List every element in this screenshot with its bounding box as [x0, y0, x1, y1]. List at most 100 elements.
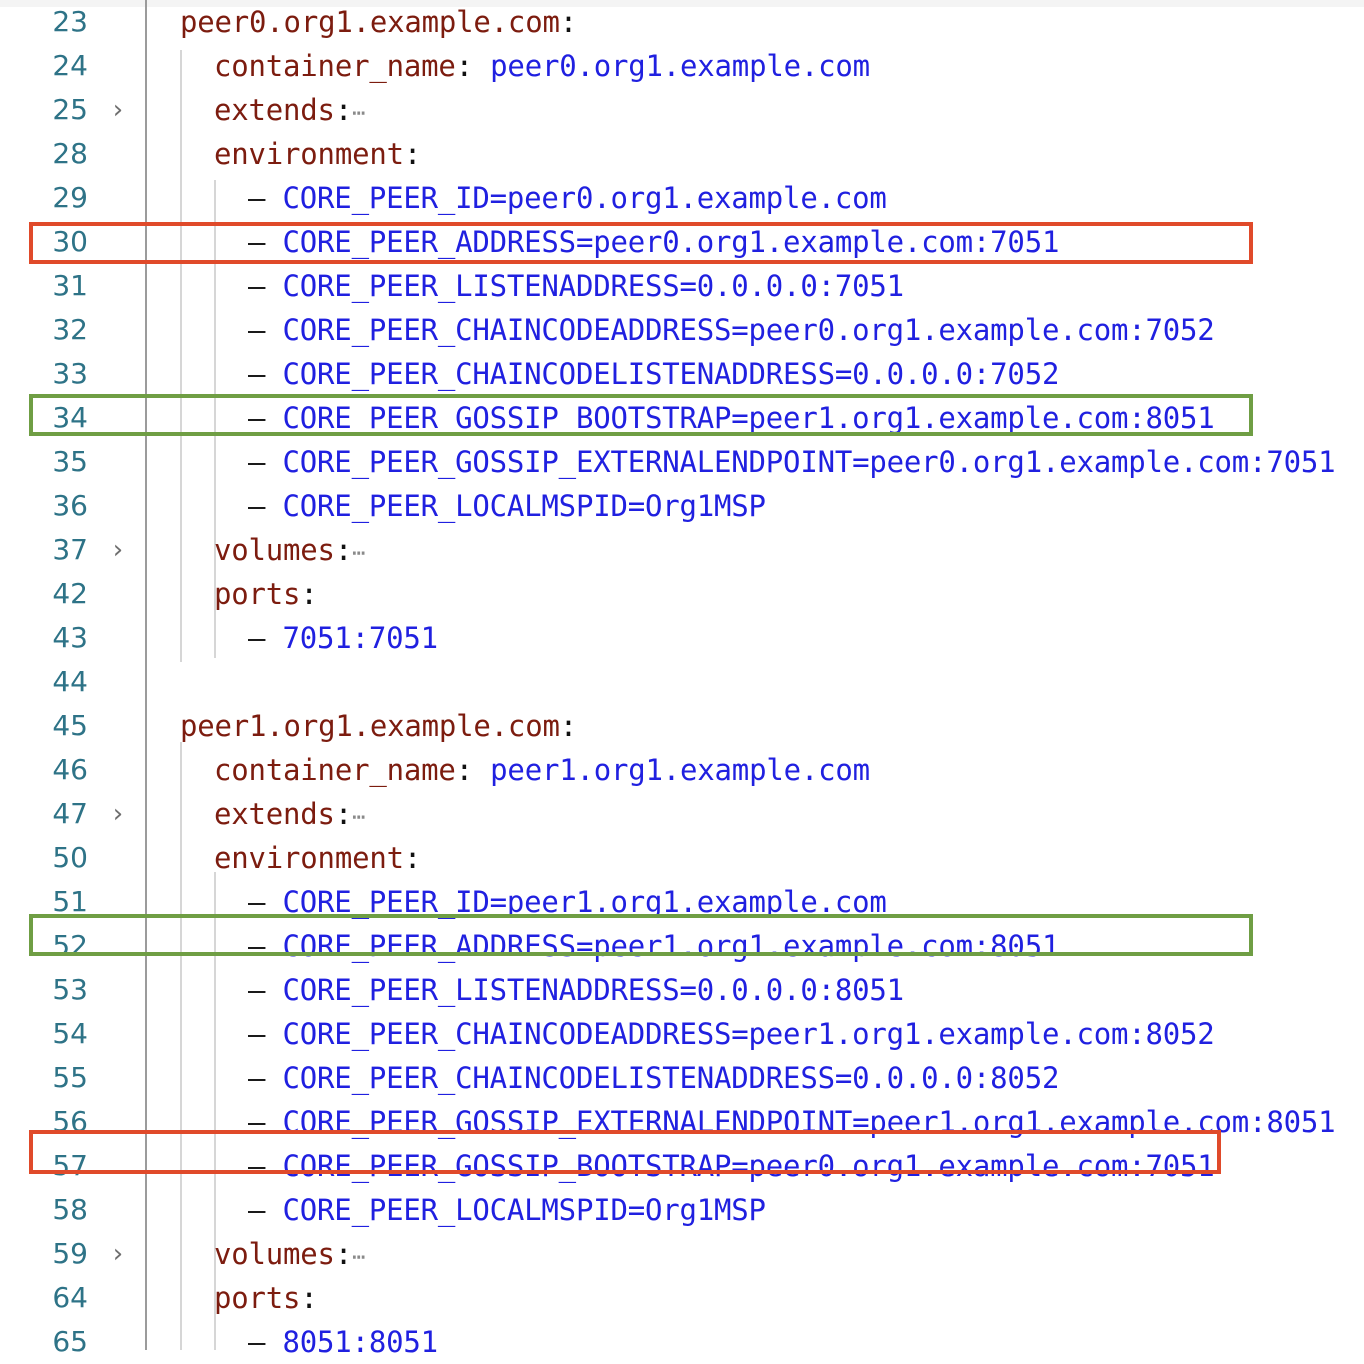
line-number: 44 — [52, 665, 88, 698]
token-punct: : — [334, 1237, 353, 1271]
chevron-right-icon[interactable]: › — [104, 1232, 132, 1276]
token-string: CORE_PEER_CHAINCODEADDRESS=peer0.org1.ex… — [282, 313, 1215, 347]
token-key: extends — [214, 93, 335, 127]
token-string: 7051:7051 — [282, 621, 439, 655]
code-line-50[interactable]: 50 environment: — [0, 836, 1364, 880]
code-line-55[interactable]: 55 – CORE_PEER_CHAINCODELISTENADDRESS=0.0… — [0, 1056, 1364, 1100]
token-dash: – — [248, 1105, 283, 1139]
code-line-32[interactable]: 32 – CORE_PEER_CHAINCODEADDRESS=peer0.org… — [0, 308, 1364, 352]
line-number: 47 — [52, 797, 88, 830]
token-dash: – — [248, 885, 283, 919]
code-line-42[interactable]: 42 ports: — [0, 572, 1364, 616]
token-string: CORE_PEER_LISTENADDRESS=0.0.0.0:7051 — [282, 269, 905, 303]
code-line-30[interactable]: 30 – CORE_PEER_ADDRESS=peer0.org1.example… — [0, 220, 1364, 264]
token-dash: – — [248, 225, 283, 259]
line-number: 59 — [52, 1237, 88, 1270]
token-string: 8051:8051 — [282, 1325, 439, 1359]
line-number: 25 — [52, 93, 88, 126]
code-line-59[interactable]: 59 › volumes:⋯ — [0, 1232, 1364, 1276]
code-line-58[interactable]: 58 – CORE_PEER_LOCALMSPID=Org1MSP — [0, 1188, 1364, 1232]
line-number: 33 — [52, 357, 88, 390]
line-number: 30 — [52, 225, 88, 258]
line-number: 55 — [52, 1061, 88, 1094]
token-folddots[interactable]: ⋯ — [352, 101, 367, 126]
token-string: peer0.org1.example.com — [490, 49, 870, 83]
code-text: ports: — [180, 572, 318, 616]
code-line-45[interactable]: 45 peer1.org1.example.com: — [0, 704, 1364, 748]
code-line-33[interactable]: 33 – CORE_PEER_CHAINCODELISTENADDRESS=0.0… — [0, 352, 1364, 396]
token-dash: – — [248, 269, 283, 303]
code-line-31[interactable]: 31 – CORE_PEER_LISTENADDRESS=0.0.0.0:7051 — [0, 264, 1364, 308]
code-line-64[interactable]: 64 ports: — [0, 1276, 1364, 1320]
chevron-right-icon[interactable]: › — [104, 792, 132, 836]
code-line-37[interactable]: 37 › volumes:⋯ — [0, 528, 1364, 572]
token-string: CORE_PEER_ADDRESS=peer1.org1.example.com… — [282, 929, 1060, 963]
code-line-23[interactable]: 23 peer0.org1.example.com: — [0, 0, 1364, 44]
token-dash: – — [248, 181, 283, 215]
code-text: peer0.org1.example.com: — [180, 0, 577, 44]
token-dash: – — [248, 1325, 283, 1359]
token-dash: – — [248, 1017, 283, 1051]
code-text: – CORE_PEER_GOSSIP_EXTERNALENDPOINT=peer… — [180, 1100, 1336, 1144]
token-folddots[interactable]: ⋯ — [352, 805, 367, 830]
line-number: 23 — [52, 5, 88, 38]
token-dash: – — [248, 313, 283, 347]
token-dash: – — [248, 489, 283, 523]
code-text: – CORE_PEER_CHAINCODELISTENADDRESS=0.0.0… — [180, 1056, 1059, 1100]
code-text: ports: — [180, 1276, 318, 1320]
line-number: 42 — [52, 577, 88, 610]
token-key: container_name — [214, 49, 456, 83]
token-string: CORE_PEER_GOSSIP_BOOTSTRAP=peer0.org1.ex… — [282, 1149, 1215, 1183]
code-line-28[interactable]: 28 environment: — [0, 132, 1364, 176]
line-number: 35 — [52, 445, 88, 478]
chevron-right-icon[interactable]: › — [104, 88, 132, 132]
line-number: 45 — [52, 709, 88, 742]
code-line-35[interactable]: 35 – CORE_PEER_GOSSIP_EXTERNALENDPOINT=pe… — [0, 440, 1364, 484]
line-number: 58 — [52, 1193, 88, 1226]
token-key: volumes — [214, 533, 335, 567]
line-number: 36 — [52, 489, 88, 522]
code-line-36[interactable]: 36 – CORE_PEER_LOCALMSPID=Org1MSP — [0, 484, 1364, 528]
token-string: CORE_PEER_ADDRESS=peer0.org1.example.com… — [282, 225, 1060, 259]
token-dash: – — [248, 445, 283, 479]
code-text: – CORE_PEER_CHAINCODELISTENADDRESS=0.0.0… — [180, 352, 1059, 396]
token-key: volumes — [214, 1237, 335, 1271]
code-text: extends:⋯ — [180, 88, 367, 136]
token-punct: : — [455, 49, 491, 83]
code-line-47[interactable]: 47 › extends:⋯ — [0, 792, 1364, 836]
line-number: 32 — [52, 313, 88, 346]
token-string: CORE_PEER_LOCALMSPID=Org1MSP — [282, 1193, 766, 1227]
token-punct: : — [334, 533, 353, 567]
code-line-53[interactable]: 53 – CORE_PEER_LISTENADDRESS=0.0.0.0:8051 — [0, 968, 1364, 1012]
code-line-34[interactable]: 34 – CORE_PEER_GOSSIP_BOOTSTRAP=peer1.org… — [0, 396, 1364, 440]
code-line-57[interactable]: 57 – CORE_PEER_GOSSIP_BOOTSTRAP=peer0.org… — [0, 1144, 1364, 1188]
code-line-54[interactable]: 54 – CORE_PEER_CHAINCODEADDRESS=peer1.org… — [0, 1012, 1364, 1056]
code-lines[interactable]: 23 peer0.org1.example.com: 24 container_nam… — [0, 0, 1364, 1364]
code-line-65[interactable]: 65 – 8051:8051 — [0, 1320, 1364, 1364]
code-line-25[interactable]: 25 › extends:⋯ — [0, 88, 1364, 132]
code-line-46[interactable]: 46 container_name: peer1.org1.example.com — [0, 748, 1364, 792]
code-line-51[interactable]: 51 – CORE_PEER_ID=peer1.org1.example.com — [0, 880, 1364, 924]
chevron-right-icon[interactable]: › — [104, 528, 132, 572]
token-folddots[interactable]: ⋯ — [352, 541, 367, 566]
code-line-24[interactable]: 24 container_name: peer0.org1.example.com — [0, 44, 1364, 88]
code-line-29[interactable]: 29 – CORE_PEER_ID=peer0.org1.example.com — [0, 176, 1364, 220]
token-folddots[interactable]: ⋯ — [352, 1245, 367, 1270]
line-number: 31 — [52, 269, 88, 302]
token-punct: : — [403, 841, 422, 875]
token-key: peer1.org1.example.com — [180, 709, 560, 743]
code-line-52[interactable]: 52 – CORE_PEER_ADDRESS=peer1.org1.example… — [0, 924, 1364, 968]
line-number: 53 — [52, 973, 88, 1006]
token-dash: – — [248, 973, 283, 1007]
code-line-44[interactable]: 44 — [0, 660, 1364, 704]
line-number: 54 — [52, 1017, 88, 1050]
code-editor[interactable]: 23 peer0.org1.example.com: 24 container_nam… — [0, 0, 1364, 1359]
code-line-43[interactable]: 43 – 7051:7051 — [0, 616, 1364, 660]
code-text: extends:⋯ — [180, 792, 367, 840]
code-line-56[interactable]: 56 – CORE_PEER_GOSSIP_EXTERNALENDPOINT=pe… — [0, 1100, 1364, 1144]
code-text: volumes:⋯ — [180, 528, 367, 576]
line-number: 43 — [52, 621, 88, 654]
code-text: – CORE_PEER_CHAINCODEADDRESS=peer0.org1.… — [180, 308, 1215, 352]
code-text: environment: — [180, 132, 421, 176]
token-dash: – — [248, 1061, 283, 1095]
